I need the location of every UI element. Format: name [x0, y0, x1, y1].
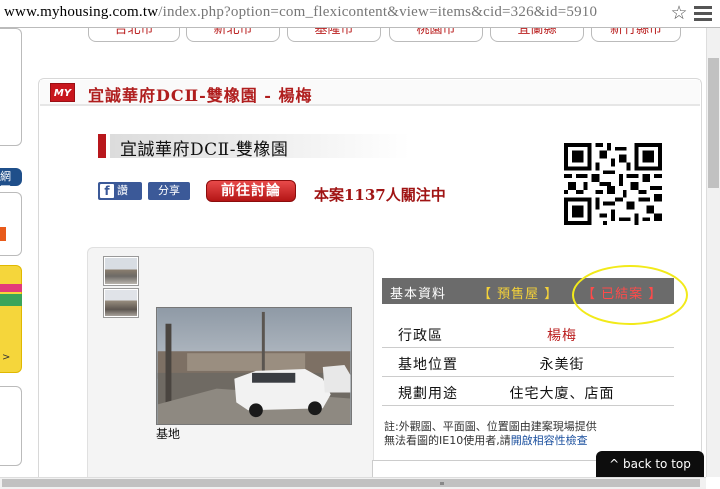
- info-row-value: 住宅大廈、店面: [509, 386, 615, 402]
- facebook-share-button[interactable]: 分享: [148, 182, 190, 200]
- attention-count: 本案1137人關注中: [314, 186, 446, 204]
- url-path: /index.php?option=com_flexicontent&view=…: [158, 4, 598, 20]
- qr-code: [564, 142, 662, 226]
- info-note-line1: 註:外觀圖、平面圖、位置圖由建案現場提供: [384, 420, 597, 433]
- city-tab-taipei[interactable]: 台北市: [88, 28, 180, 42]
- sidebar-tab[interactable]: 網圖: [0, 168, 22, 197]
- bookmark-star-icon[interactable]: ☆: [669, 3, 689, 24]
- back-to-top-button[interactable]: ^ back to top: [596, 451, 704, 477]
- gallery-thumbnail-1[interactable]: [103, 256, 139, 286]
- info-row-label: 規劃用途: [398, 386, 458, 402]
- sidebar-ad[interactable]: [0, 192, 22, 256]
- info-note: 註:外觀圖、平面圖、位置圖由建案現場提供 無法看圖的IE10使用者,請開啟相容性…: [384, 420, 674, 448]
- gallery-thumbnail-2[interactable]: [103, 288, 139, 318]
- facebook-like-label: 讚: [117, 184, 128, 197]
- info-row-district: 行政區 楊梅: [382, 319, 674, 348]
- presale-tag: 【 預售屋 】: [478, 287, 559, 302]
- site-photo[interactable]: [156, 307, 352, 425]
- page-title: 宜誠華府DCⅡ-雙橡園 - 楊梅: [88, 86, 313, 105]
- highlight-circle-annotation: [572, 265, 688, 325]
- info-row-value: 永美街: [539, 357, 585, 373]
- info-row-label: 行政區: [398, 328, 443, 344]
- sidebar-promo-arrow: >: [2, 352, 11, 363]
- project-title: 宜誠華府DCⅡ-雙橡園: [120, 140, 289, 160]
- vertical-scrollbar-thumb[interactable]: [708, 58, 719, 188]
- facebook-like-button[interactable]: f讚: [98, 182, 142, 200]
- sidebar-panel: [0, 28, 22, 146]
- info-row-usage: 規劃用途 住宅大廈、店面: [382, 377, 674, 406]
- url-text[interactable]: www.myhousing.com.tw/index.php?option=co…: [4, 4, 597, 21]
- info-row-location: 基地位置 永美街: [382, 348, 674, 377]
- url-domain: www.myhousing.com.tw: [4, 4, 159, 20]
- my-logo: MY: [50, 83, 75, 102]
- city-tab-new-taipei[interactable]: 新北市: [186, 28, 280, 42]
- sidebar-promo-banner[interactable]: >: [0, 265, 22, 373]
- facebook-icon: f: [100, 184, 114, 198]
- sidebar-panel-lower: [0, 386, 22, 466]
- city-tab-hsinchu[interactable]: 新竹縣市: [591, 28, 681, 42]
- discuss-button[interactable]: 前往討論: [206, 180, 296, 202]
- city-tab-yilan[interactable]: 宜蘭縣: [490, 28, 584, 42]
- compatibility-check-link[interactable]: 開啟相容性檢查: [511, 434, 588, 447]
- scrollbar-grip-icon: [440, 482, 444, 485]
- photo-caption: 基地: [156, 427, 181, 441]
- info-row-value: 楊梅: [547, 328, 577, 344]
- browser-menu-icon[interactable]: [694, 6, 712, 22]
- city-tab-taoyuan[interactable]: 桃園市: [389, 28, 483, 42]
- info-header-label: 基本資料: [390, 287, 447, 302]
- info-note-line2: 無法看圖的IE10使用者,請: [384, 434, 511, 447]
- title-accent-bar: [98, 134, 106, 158]
- info-row-label: 基地位置: [398, 357, 458, 373]
- city-tab-keelung[interactable]: 基隆市: [287, 28, 381, 42]
- horizontal-scrollbar-thumb[interactable]: [2, 479, 700, 487]
